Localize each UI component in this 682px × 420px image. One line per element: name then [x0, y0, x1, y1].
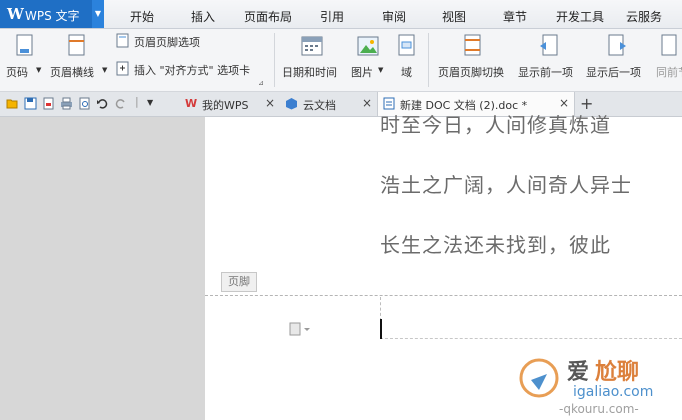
export-pdf-icon[interactable] — [42, 97, 55, 110]
print-icon[interactable] — [60, 97, 73, 110]
show-next-icon — [608, 34, 626, 56]
toolbar-separator: | — [135, 95, 139, 108]
open-folder-icon[interactable] — [6, 97, 19, 110]
menu-review[interactable]: 审阅 — [382, 8, 406, 25]
undo-icon[interactable] — [96, 97, 109, 110]
wps-tab-icon: W — [185, 97, 198, 110]
tab-my-wps[interactable]: W 我的WPS × — [183, 92, 281, 116]
menu-page-layout[interactable]: 页面布局 — [244, 8, 292, 25]
same-as-previous-icon — [661, 34, 677, 56]
footer-label: 页脚 — [221, 272, 257, 292]
field-label: 域 — [401, 66, 412, 79]
same-as-previous-button[interactable]: 同前节 — [652, 31, 682, 89]
quick-access-dropdown-icon[interactable]: ▼ — [147, 98, 153, 107]
wps-logo-icon: W — [7, 5, 24, 23]
print-preview-icon[interactable] — [78, 97, 91, 110]
insert-alignment-tab-icon — [116, 61, 129, 76]
ribbon-separator — [428, 33, 429, 87]
menu-developer[interactable]: 开发工具 — [556, 8, 604, 25]
menu-bar: W WPS 文字 ▼ 开始 插入 页面布局 引用 审阅 视图 章节 开发工具 云… — [0, 0, 682, 29]
menu-start[interactable]: 开始 — [130, 8, 154, 25]
wps-app-menu-button[interactable]: W WPS 文字 — [0, 0, 104, 28]
redo-icon[interactable] — [114, 97, 127, 110]
watermark-brand-text: 爱 — [567, 360, 590, 385]
page-number-label: 页码 — [6, 66, 28, 79]
text-cursor — [380, 319, 382, 339]
menu-references[interactable]: 引用 — [320, 8, 344, 25]
ribbon-separator — [274, 33, 275, 87]
body-text-line[interactable]: 长生之法还未找到，彼此 — [380, 229, 611, 258]
tab-my-wps-label: 我的WPS — [202, 99, 249, 112]
watermark-site-text-2: -qkouru.com- — [559, 402, 639, 416]
show-next-button[interactable]: 显示后一项 — [584, 31, 650, 89]
ribbon-toolbar: 页码 ▼ 页眉横线 ▼ 页眉页脚选项 插入 "对齐方式" 选项卡 ⊿ 日期和时间… — [0, 29, 682, 92]
switch-header-footer-icon — [464, 34, 481, 56]
date-time-label: 日期和时间 — [282, 66, 337, 79]
picture-label: 图片 — [351, 66, 373, 79]
show-previous-label: 显示前一项 — [518, 66, 573, 79]
watermark-brand-text-2: 尬聊 — [595, 360, 640, 385]
menu-cloud[interactable]: 云服务 — [626, 8, 662, 25]
insert-alignment-tab-button[interactable]: 插入 "对齐方式" 选项卡 — [114, 59, 270, 79]
watermark-site-text: igaliao.com — [573, 384, 654, 400]
app-title: WPS 文字 — [25, 9, 80, 23]
show-previous-button[interactable]: 显示前一项 — [516, 31, 582, 89]
menu-section[interactable]: 章节 — [503, 8, 527, 25]
dialog-launcher-icon[interactable]: ⊿ — [258, 79, 264, 87]
watermark-logo-icon — [519, 358, 559, 398]
field-button[interactable]: 域 — [392, 31, 422, 89]
switch-header-footer-button[interactable]: 页眉页脚切换 — [436, 31, 512, 89]
site-watermark: 爱 尬聊 igaliao.com -qkouru.com- — [515, 340, 682, 420]
page-number-icon — [16, 34, 33, 56]
body-text-line[interactable]: 时至今日，人间修真炼道 — [380, 109, 611, 138]
picture-button[interactable]: 图片 ▼ — [348, 31, 388, 89]
picture-icon — [357, 36, 379, 56]
cloud-doc-icon — [286, 98, 297, 110]
same-as-previous-label: 同前节 — [656, 66, 682, 79]
picture-dropdown-icon: ▼ — [378, 66, 384, 74]
header-line-button[interactable]: 页眉横线 ▼ — [48, 31, 110, 89]
page-number-button[interactable]: 页码 ▼ — [4, 31, 46, 89]
footer-options-icon[interactable] — [289, 322, 315, 336]
header-footer-options-button[interactable]: 页眉页脚选项 — [114, 32, 264, 50]
calendar-icon — [301, 36, 323, 56]
menu-insert[interactable]: 插入 — [191, 8, 215, 25]
header-footer-options-label: 页眉页脚选项 — [134, 36, 200, 49]
tab-cloud-docs-label: 云文档 — [303, 99, 336, 112]
close-icon[interactable]: × — [362, 96, 372, 110]
close-icon[interactable]: × — [265, 96, 275, 110]
field-icon — [398, 34, 415, 56]
workspace-margin — [0, 117, 205, 420]
header-line-label: 页眉横线 — [50, 66, 94, 79]
close-icon[interactable]: × — [559, 96, 569, 110]
footer-boundary-line — [205, 295, 682, 296]
switch-header-footer-label: 页眉页脚切换 — [438, 66, 504, 79]
date-time-button[interactable]: 日期和时间 — [280, 31, 344, 89]
header-line-icon — [68, 34, 85, 56]
header-footer-options-icon — [116, 33, 129, 48]
page-number-dropdown-icon: ▼ — [36, 66, 42, 74]
body-text-line[interactable]: 浩土之广阔，人间奇人异士 — [380, 169, 632, 198]
show-next-label: 显示后一项 — [586, 66, 641, 79]
header-line-dropdown-icon: ▼ — [102, 66, 108, 74]
menu-view[interactable]: 视图 — [442, 8, 466, 25]
tab-cloud-docs[interactable]: 云文档 × — [282, 92, 376, 116]
save-icon[interactable] — [24, 97, 37, 110]
show-previous-icon — [540, 34, 558, 56]
app-menu-dropdown-icon[interactable]: ▼ — [92, 0, 104, 28]
insert-alignment-tab-label: 插入 "对齐方式" 选项卡 — [134, 64, 251, 77]
footer-text-guide-line — [380, 338, 682, 339]
